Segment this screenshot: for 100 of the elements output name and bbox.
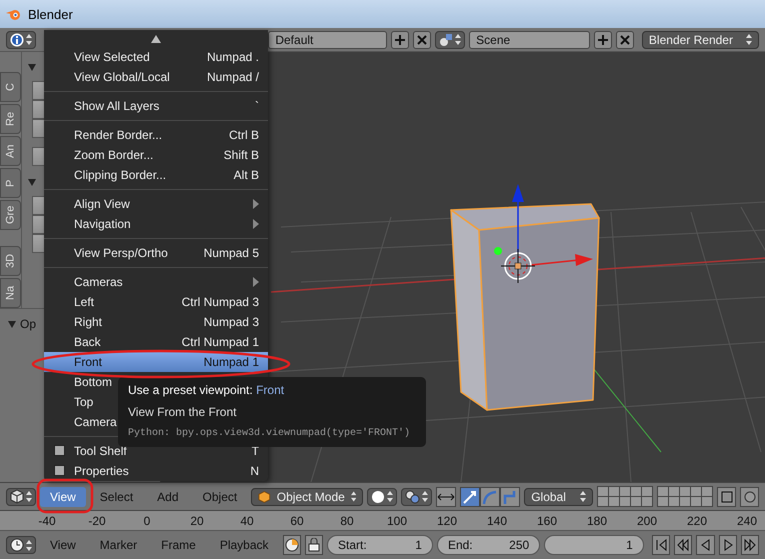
tooltip-description: View From the Front xyxy=(128,405,238,419)
close-icon xyxy=(417,34,428,44)
menu-item[interactable]: Zoom Border... Shift B xyxy=(44,145,268,165)
shelf-tab[interactable]: Re xyxy=(0,104,21,134)
menu-item[interactable]: Left Ctrl Numpad 3 xyxy=(44,292,268,312)
pie-icon xyxy=(284,538,299,552)
close-button[interactable] xyxy=(413,30,432,48)
frame-number: 140 xyxy=(486,514,508,528)
double-triangle-icon xyxy=(742,538,757,552)
scene-button[interactable] xyxy=(435,30,466,48)
info-icon xyxy=(10,32,24,46)
header-menu[interactable]: Marker xyxy=(90,535,148,555)
scale-manipulator-button[interactable] xyxy=(500,486,520,506)
header-menu[interactable]: Select xyxy=(90,486,144,506)
editor-type-button[interactable] xyxy=(6,30,36,48)
pivot-dropdown[interactable] xyxy=(401,488,432,506)
panel-title[interactable]: Op xyxy=(20,317,36,331)
checkbox[interactable] xyxy=(54,445,65,456)
shelf-tab[interactable]: P xyxy=(0,168,21,198)
double-triangle-icon xyxy=(676,538,690,552)
frame-number: 120 xyxy=(436,514,458,528)
menu-item[interactable]: Align View xyxy=(44,194,268,214)
close-button[interactable] xyxy=(616,30,634,48)
frame-number: 200 xyxy=(636,514,658,528)
layers-grid[interactable] xyxy=(597,486,653,507)
frame-number: 0 xyxy=(142,514,152,528)
frame-number: -20 xyxy=(87,514,107,528)
render-engine-dropdown[interactable]: Blender Render xyxy=(642,30,760,48)
header-menu[interactable]: Add xyxy=(147,486,189,506)
header-menu[interactable]: View xyxy=(40,486,86,506)
translate-manipulator-button[interactable] xyxy=(460,486,480,506)
expand-triangle-icon[interactable] xyxy=(28,178,36,186)
end-frame-field[interactable]: End: 250 xyxy=(436,535,540,555)
frame-number: 40 xyxy=(239,514,255,528)
shelf-tab[interactable]: C xyxy=(0,72,21,102)
cube-icon xyxy=(10,489,24,504)
play-reverse-button[interactable] xyxy=(696,535,715,555)
shading-dropdown[interactable] xyxy=(367,488,398,506)
keying-button[interactable] xyxy=(282,535,301,555)
spinner-arrows-icon xyxy=(26,540,32,550)
current-frame-field[interactable]: 1 xyxy=(544,535,644,555)
menu-item[interactable]: View Persp/Ortho Numpad 5 xyxy=(44,243,268,263)
header-menu[interactable]: Playback xyxy=(210,535,279,555)
expand-triangle-icon[interactable] xyxy=(8,320,16,328)
menu-item[interactable]: Cameras xyxy=(44,272,268,292)
header-menu[interactable]: Object xyxy=(192,486,248,506)
sphere-icon xyxy=(371,490,386,504)
editor-type-button[interactable] xyxy=(6,536,36,554)
circle-icon xyxy=(744,490,756,502)
plus-icon xyxy=(394,34,406,46)
3d-cursor-icon xyxy=(500,248,536,284)
manipulator-toggle-button[interactable] xyxy=(436,486,456,506)
orientation-dropdown[interactable]: Global xyxy=(524,488,593,506)
header-menu[interactable]: View xyxy=(40,535,86,555)
menu-item[interactable]: Properties N xyxy=(44,461,268,481)
checkbox[interactable] xyxy=(54,465,65,476)
frame-number: 100 xyxy=(386,514,408,528)
render-button[interactable] xyxy=(740,486,759,506)
shelf-tab[interactable]: 3D xyxy=(0,246,21,276)
tooltip-python: Python: bpy.ops.view3d.viewnumpad(type='FRONT') xyxy=(128,427,412,441)
add-button[interactable] xyxy=(391,30,410,48)
add-button[interactable] xyxy=(594,30,612,48)
shelf-tab[interactable]: An xyxy=(0,136,21,166)
header-menu[interactable]: Frame xyxy=(151,535,206,555)
shelf-tab[interactable]: Gre xyxy=(0,200,21,230)
timeline-ruler[interactable]: -40 -20 0 20 40 60 80 100 120 140 160 180 200 220 240 xyxy=(0,510,765,530)
scene-field[interactable]: Scene xyxy=(469,30,590,48)
screen-layout-field[interactable]: Default xyxy=(268,30,388,48)
menu-item[interactable]: Show All Layers ` xyxy=(44,96,268,116)
jump-start-button[interactable] xyxy=(652,535,670,555)
lock-icon xyxy=(308,538,320,552)
menu-item[interactable]: View Global/Local Numpad / xyxy=(44,67,268,87)
double-arrow-icon xyxy=(437,490,456,502)
menu-item[interactable]: Navigation xyxy=(44,214,268,234)
spinner-arrows-icon xyxy=(350,491,356,502)
menu-item[interactable]: Front Numpad 1 xyxy=(44,352,268,372)
shelf-tab[interactable]: Na xyxy=(0,278,21,308)
menu-item[interactable]: Clipping Border... Alt B xyxy=(44,165,268,185)
z-arrow[interactable] xyxy=(512,184,524,253)
menu-item[interactable]: Render Border... Ctrl B xyxy=(44,125,268,145)
frame-number: 160 xyxy=(536,514,558,528)
fast-forward-button[interactable] xyxy=(740,535,760,555)
spinner-arrows-icon xyxy=(580,491,586,502)
menu-item[interactable]: View Selected Numpad . xyxy=(44,47,268,67)
blender-logo-icon xyxy=(6,7,22,21)
lock-button[interactable] xyxy=(717,486,736,506)
mode-dropdown[interactable]: Object Mode xyxy=(251,488,364,506)
y-handle[interactable] xyxy=(494,247,502,255)
editor-type-button[interactable] xyxy=(6,488,36,506)
lock-button[interactable] xyxy=(304,535,324,555)
menu-item[interactable]: Right Numpad 3 xyxy=(44,312,268,332)
layers-grid[interactable] xyxy=(657,486,713,507)
play-button[interactable] xyxy=(718,535,737,555)
submenu-arrow-icon xyxy=(253,277,259,287)
spinner-arrows-icon xyxy=(26,34,32,45)
start-frame-field[interactable]: Start: 1 xyxy=(327,535,433,555)
skip-back-icon xyxy=(654,538,668,552)
expand-triangle-icon[interactable] xyxy=(28,64,36,70)
rewind-button[interactable] xyxy=(674,535,692,555)
menu-item[interactable]: Back Ctrl Numpad 1 xyxy=(44,332,268,352)
